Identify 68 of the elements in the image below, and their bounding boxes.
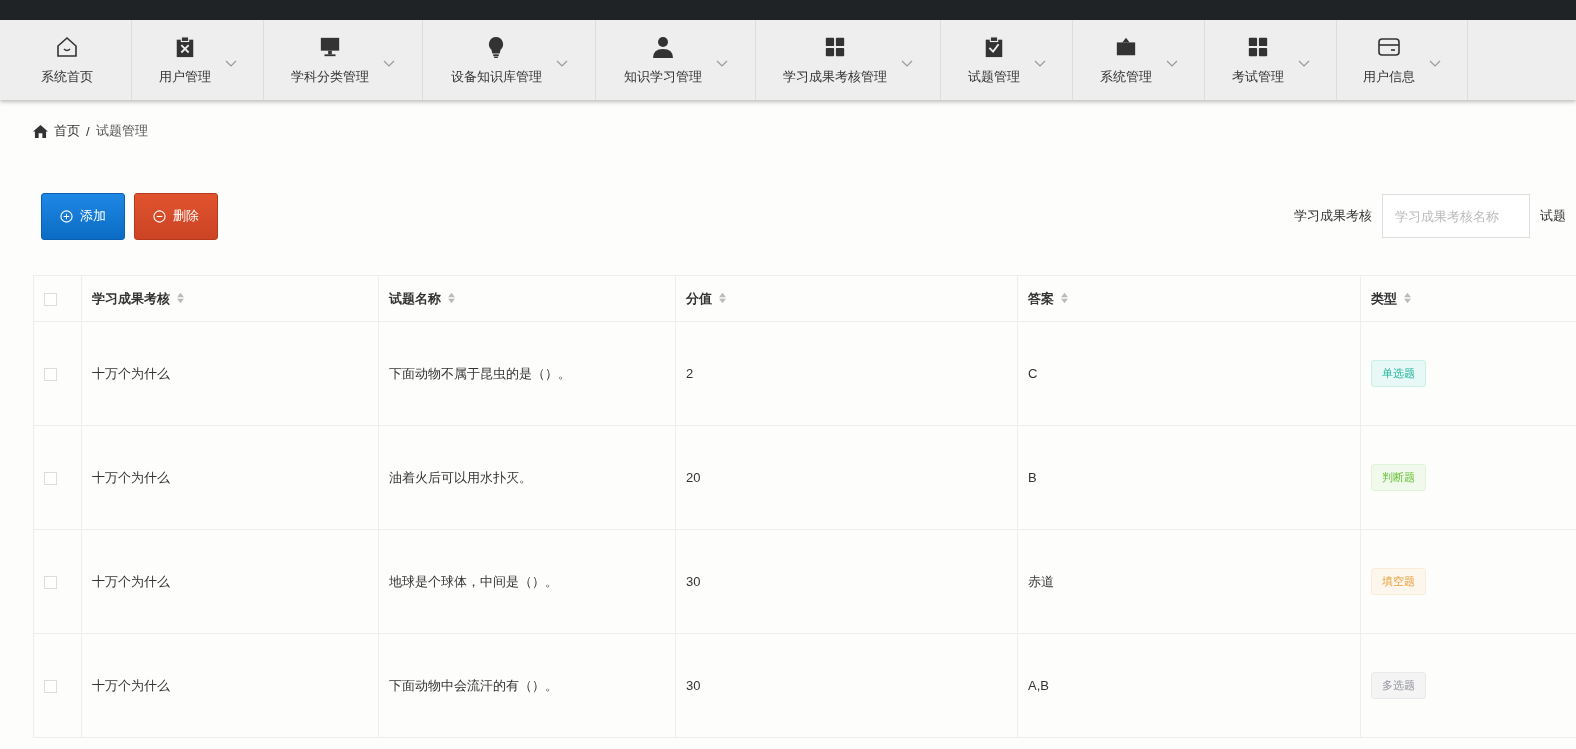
table-cell: C: [1028, 366, 1038, 381]
table-cell: 30: [686, 678, 701, 693]
search-label: 试题: [1540, 207, 1566, 225]
nav-label: 系统管理: [1099, 68, 1152, 86]
sort-icon[interactable]: [176, 291, 185, 304]
table-cell: 20: [686, 470, 701, 485]
user-icon: [650, 34, 675, 60]
nav-item[interactable]: 知识学习管理: [596, 20, 756, 100]
search-field[interactable]: 学习成果考核名称: [1382, 194, 1530, 238]
sort-icon[interactable]: [447, 291, 456, 304]
search-label: 学习成果考核: [1294, 207, 1372, 225]
type-tag: 填空题: [1371, 568, 1426, 595]
nav-item[interactable]: 用户信息: [1337, 20, 1468, 100]
checkbox[interactable]: [44, 576, 57, 590]
breadcrumb-current: 试题管理: [95, 122, 148, 140]
column-header: 试题名称: [389, 290, 441, 306]
minus-circle-icon: [153, 209, 166, 223]
table-cell: 地球是个球体，中间是（）。: [389, 573, 558, 589]
table-cell: A,B: [1028, 678, 1049, 693]
table-cell: 十万个为什么: [92, 677, 170, 693]
nav-label: 学习成果考核管理: [783, 68, 887, 86]
table-cell: 油着火后可以用水扑灭。: [389, 469, 532, 485]
type-tag: 判断题: [1371, 464, 1426, 491]
nav-label: 系统首页: [40, 68, 93, 86]
sort-icon[interactable]: [718, 291, 727, 304]
table-cell: B: [1028, 470, 1037, 485]
nav-label: 用户管理: [158, 68, 211, 86]
type-tag: 多选题: [1371, 672, 1426, 699]
checkbox[interactable]: [44, 472, 57, 486]
type-tag: 单选题: [1371, 360, 1426, 387]
breadcrumb-link[interactable]: 首页: [54, 122, 80, 140]
table-cell: 2: [686, 366, 694, 381]
nav-label: 设备知识库管理: [450, 68, 542, 86]
sort-icon[interactable]: [1403, 291, 1412, 304]
nav-item[interactable]: 学习成果考核管理: [756, 20, 941, 100]
column-header: 分值: [686, 290, 712, 306]
add-button[interactable]: 添加: [41, 192, 125, 240]
table-cell: 下面动物中会流汗的有（）。: [389, 677, 558, 693]
table-cell: 下面动物不属于昆虫的是（）。: [389, 365, 571, 381]
nav-label: 学科分类管理: [291, 68, 369, 86]
nav-label: 用户信息: [1363, 68, 1415, 86]
checkbox[interactable]: [44, 368, 57, 382]
column-header: 学习成果考核: [92, 290, 170, 306]
nav-item[interactable]: 设备知识库管理: [423, 20, 596, 100]
column-header: 类型: [1371, 290, 1397, 306]
table-cell: 十万个为什么: [92, 573, 170, 589]
checkbox[interactable]: [44, 680, 57, 694]
plus-circle-icon: [60, 209, 73, 223]
breadcrumb-separator: /: [86, 123, 90, 139]
table-cell: 十万个为什么: [92, 469, 170, 485]
home-icon: [33, 124, 48, 138]
table-cell: 十万个为什么: [92, 365, 170, 381]
nav-item[interactable]: 系统管理: [1073, 20, 1205, 100]
home-icon: [54, 34, 79, 60]
nav-item[interactable]: 试题管理: [941, 20, 1073, 100]
nav-label: 知识学习管理: [623, 68, 702, 86]
nav-item[interactable]: 系统首页: [2, 20, 132, 100]
column-header: 答案: [1028, 290, 1054, 306]
sort-icon[interactable]: [1060, 291, 1069, 304]
nav-item[interactable]: 考试管理: [1205, 20, 1337, 100]
nav-label: 考试管理: [1231, 68, 1284, 86]
nav-label: 试题管理: [967, 68, 1020, 86]
table-cell: 30: [686, 574, 701, 589]
checkbox[interactable]: [44, 293, 57, 307]
nav-item[interactable]: 学科分类管理: [264, 20, 423, 100]
nav-item[interactable]: 用户管理: [132, 20, 264, 100]
delete-button[interactable]: 删除: [134, 192, 218, 240]
table-cell: 赤道: [1028, 573, 1054, 589]
